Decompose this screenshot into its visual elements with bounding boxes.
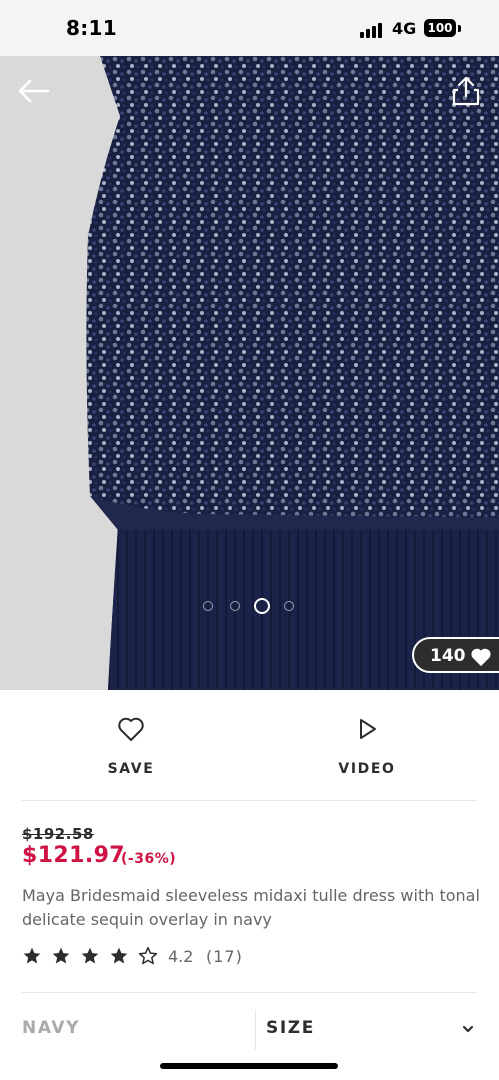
product-title: Maya Bridesmaid sleeveless midaxi tulle … [22,886,480,929]
original-price: $192.58 [22,825,94,843]
selector-separator [255,1010,256,1050]
signal-icon [360,22,384,38]
battery-icon: 100 [424,19,456,37]
star-icon [81,947,99,964]
star-icon [110,947,128,964]
save-button[interactable]: SAVE [71,716,191,786]
divider [22,992,477,993]
pagination-dot[interactable] [203,601,213,611]
dress-image [0,56,499,690]
home-indicator [160,1063,338,1069]
status-time: 8:11 [66,16,117,40]
pagination-dot[interactable] [284,601,294,611]
product-image[interactable] [0,56,499,690]
pagination-dot-active[interactable] [254,598,270,614]
star-icon [52,947,70,964]
sale-price: $121.97 [22,843,126,868]
rating-value: 4.2 [168,947,194,966]
heart-icon [118,717,144,741]
save-count: 140 [430,646,466,666]
share-icon[interactable] [450,74,482,108]
star-outline-icon [138,946,158,965]
chevron-down-icon[interactable] [462,1024,474,1034]
network-type: 4G [392,19,417,38]
save-count-badge[interactable]: 140 [412,637,499,673]
discount-badge: (-36%) [121,851,177,867]
battery-tip [458,25,461,32]
video-label: VIDEO [338,761,396,777]
save-label: SAVE [107,761,155,777]
star-icon [23,947,41,964]
colour-selector: NAVY [22,1018,81,1038]
status-bar: 8:11 4G 100 [0,0,499,56]
heart-icon [471,648,491,667]
play-icon [360,719,376,739]
size-selector[interactable]: SIZE [266,1018,315,1038]
pagination-dot[interactable] [230,601,240,611]
divider [22,800,477,801]
video-button[interactable]: VIDEO [307,716,427,786]
image-pagination [200,597,300,617]
review-count: (17) [206,947,243,966]
back-arrow-icon[interactable] [14,76,54,106]
